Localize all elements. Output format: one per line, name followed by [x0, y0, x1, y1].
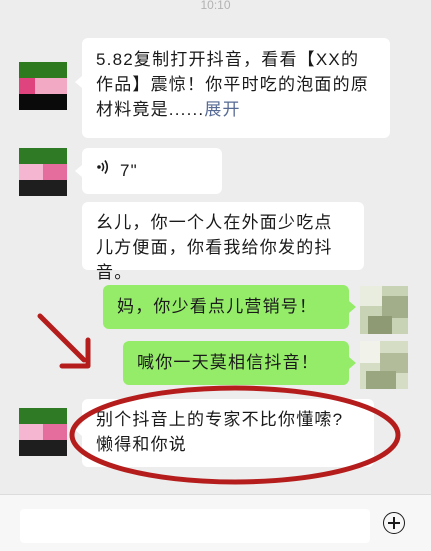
message-text: 妈，你少看点儿营销号！: [117, 297, 318, 316]
message-text: 别个抖音上的专家不比你懂嗦?懒得和你说: [96, 410, 344, 454]
bubble-tail: [349, 357, 356, 369]
voice-wave-icon: [96, 158, 110, 183]
bubble-tail: [75, 165, 82, 177]
red-arrow-icon: [37, 313, 91, 369]
message-bubble-1[interactable]: 5.82复制打开抖音，看看【XX的作品】震惊！你平时吃的泡面的原材料竟是....…: [82, 38, 390, 138]
message-text: 幺儿，你一个人在外面少吃点儿方便面，你看我给你发的抖音。: [96, 213, 333, 282]
message-bubble-3[interactable]: 幺儿，你一个人在外面少吃点儿方便面，你看我给你发的抖音。: [82, 202, 364, 282]
voice-duration: 7": [120, 161, 138, 180]
expand-link[interactable]: 展开: [204, 100, 240, 119]
input-bar: [0, 494, 431, 551]
bubble-tail: [349, 301, 356, 313]
message-bubble-5[interactable]: 喊你一天莫相信抖音！: [123, 341, 349, 385]
contact-avatar[interactable]: [19, 62, 67, 110]
my-avatar[interactable]: [360, 286, 408, 334]
bubble-tail: [75, 424, 82, 436]
message-text: 喊你一天莫相信抖音！: [137, 353, 319, 372]
contact-avatar[interactable]: [19, 408, 67, 456]
my-avatar[interactable]: [360, 341, 408, 389]
contact-avatar[interactable]: [19, 148, 67, 196]
bubble-tail: [75, 76, 82, 88]
plus-circle-icon[interactable]: [383, 512, 405, 534]
voice-message-bubble[interactable]: 7": [82, 148, 222, 194]
message-bubble-6[interactable]: 别个抖音上的专家不比你懂嗦?懒得和你说: [82, 399, 374, 467]
message-input[interactable]: [20, 509, 370, 543]
message-bubble-4[interactable]: 妈，你少看点儿营销号！: [103, 285, 349, 329]
time-label: 10:10: [200, 0, 231, 12]
